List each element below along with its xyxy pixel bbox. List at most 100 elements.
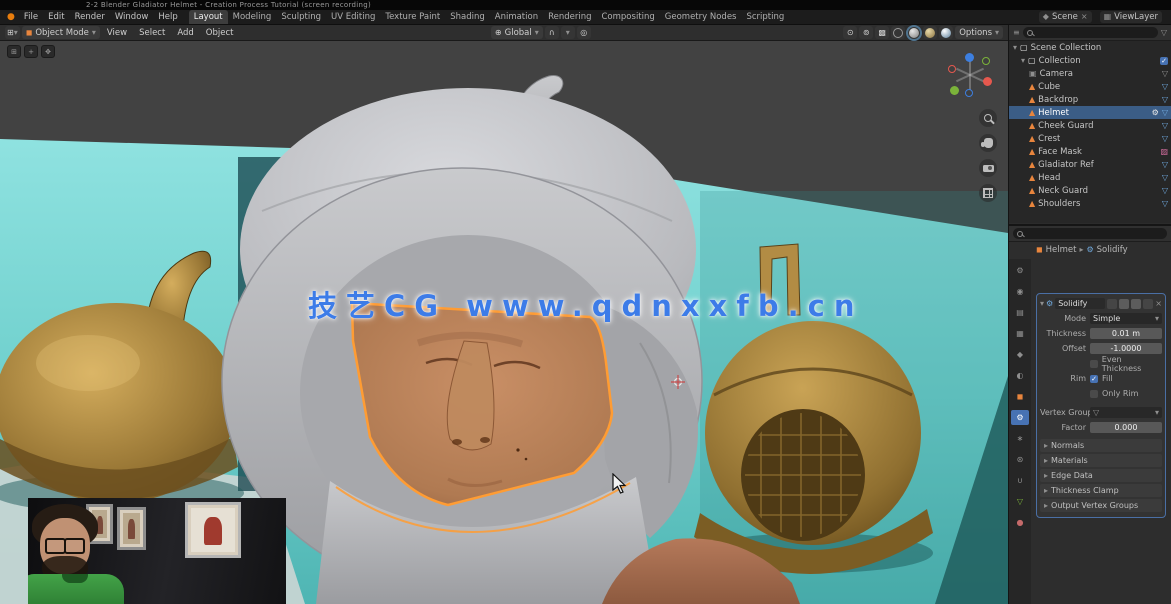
mode-dropdown[interactable]: Simple ▾ — [1090, 313, 1162, 324]
only-rim-checkbox[interactable] — [1090, 390, 1098, 398]
properties-tab-data[interactable]: ▽ — [1011, 494, 1029, 509]
properties-tab-physics[interactable]: ⊛ — [1011, 452, 1029, 467]
outliner-row-camera[interactable]: ▣ Camera ▽ — [1009, 67, 1171, 80]
outliner-row-shoulders[interactable]: ▲ Shoulders ▽ — [1009, 197, 1171, 210]
rim-fill-checkbox[interactable]: ✓ — [1090, 375, 1098, 383]
shading-wireframe-button[interactable] — [891, 26, 905, 39]
ortho-toggle-button[interactable] — [979, 184, 997, 202]
properties-tab-constraints[interactable]: ∪ — [1011, 473, 1029, 488]
cursor-tool[interactable]: + — [24, 45, 38, 58]
navigation-gizmo[interactable] — [948, 53, 992, 97]
outliner-row-head[interactable]: ▲ Head ▽ — [1009, 171, 1171, 184]
even-thickness-checkbox[interactable] — [1090, 360, 1098, 368]
vertex-group-field[interactable]: ▽ ▾ — [1090, 407, 1162, 418]
section-output-vertex-groups[interactable]: ▸ Output Vertex Groups — [1040, 499, 1162, 512]
blender-logo-icon[interactable]: ● — [7, 12, 15, 22]
gizmo-y-neg-axis[interactable] — [982, 57, 990, 65]
menu-help[interactable]: Help — [153, 10, 182, 24]
properties-tab-world[interactable]: ◐ — [1011, 368, 1029, 383]
show-gizmo-toggle[interactable]: ⊙ — [843, 26, 857, 39]
workspace-tab-shading[interactable]: Shading — [445, 10, 490, 24]
workspace-tab-uv-editing[interactable]: UV Editing — [326, 10, 380, 24]
workspace-tab-geometry-nodes[interactable]: Geometry Nodes — [660, 10, 742, 24]
breadcrumb-object[interactable]: Helmet — [1046, 245, 1077, 255]
shading-material-button[interactable] — [923, 26, 937, 39]
properties-tab-scene[interactable]: ◆ — [1011, 347, 1029, 362]
breadcrumb-modifier[interactable]: Solidify — [1097, 245, 1128, 255]
xray-toggle[interactable]: ▩ — [875, 26, 889, 39]
gizmo-x-neg-axis[interactable] — [948, 65, 956, 73]
on-cage-toggle[interactable] — [1107, 299, 1117, 309]
unlink-scene-icon[interactable]: × — [1081, 13, 1088, 21]
section-thickness-clamp[interactable]: ▸ Thickness Clamp — [1040, 484, 1162, 497]
outliner-row-cheek-guard[interactable]: ▲ Cheek Guard ▽ — [1009, 119, 1171, 132]
proportional-editing-toggle[interactable]: ◎ — [577, 26, 591, 39]
properties-tab-output[interactable]: ▤ — [1011, 305, 1029, 320]
render-toggle[interactable] — [1143, 299, 1153, 309]
gizmo-x-axis[interactable] — [983, 77, 992, 86]
gizmo-z-neg-axis[interactable] — [965, 89, 973, 97]
view-layer-selector[interactable]: ▦ ViewLayer — [1100, 11, 1162, 23]
editor-type-button[interactable]: ⊞ ▾ — [5, 26, 20, 39]
workspace-tab-layout[interactable]: Layout — [189, 10, 228, 24]
zoom-button[interactable] — [979, 109, 997, 127]
properties-tab-particles[interactable]: ∗ — [1011, 431, 1029, 446]
section-edge-data[interactable]: ▸ Edge Data — [1040, 469, 1162, 482]
edit-mode-toggle[interactable] — [1119, 299, 1129, 309]
properties-search-input[interactable] — [1026, 229, 1163, 238]
shading-options-dropdown[interactable]: Options ▾ — [955, 26, 1003, 39]
expand-icon[interactable]: ▾ — [1021, 57, 1025, 65]
workspace-tab-texture-paint[interactable]: Texture Paint — [380, 10, 445, 24]
move-tool[interactable]: ✥ — [41, 45, 55, 58]
gizmo-z-axis[interactable] — [965, 53, 974, 62]
realtime-toggle[interactable] — [1131, 299, 1141, 309]
properties-tab-tool[interactable]: ⚙ — [1011, 263, 1029, 278]
viewport-3d[interactable]: ⊞ + ✥ 技艺CG www.qdnxxfb.cn — [0, 41, 1008, 604]
helmet-model[interactable] — [222, 75, 702, 604]
snap-toggle[interactable]: ∩ — [545, 26, 559, 39]
offset-field[interactable]: -1.0000 — [1090, 343, 1162, 354]
properties-tab-object[interactable]: ◼ — [1011, 389, 1029, 404]
properties-tab-render[interactable]: ◉ — [1011, 284, 1029, 299]
expand-icon[interactable]: ▾ — [1013, 44, 1017, 52]
outliner-row-collection[interactable]: ▾ ▢ Collection ✓ — [1009, 54, 1171, 67]
outliner-search-input[interactable] — [1036, 28, 1154, 37]
collection-checkbox[interactable]: ✓ — [1160, 57, 1168, 65]
transform-orientation-dropdown[interactable]: ⊕ Global ▾ — [491, 26, 543, 39]
shading-solid-button[interactable] — [907, 26, 921, 39]
camera-view-button[interactable] — [979, 159, 997, 177]
outliner-row-scene-collection[interactable]: ▾ ▢ Scene Collection — [1009, 41, 1171, 54]
section-normals[interactable]: ▸ Normals — [1040, 439, 1162, 452]
select-box-tool[interactable]: ⊞ — [7, 45, 21, 58]
scene-selector[interactable]: ◆ Scene × — [1039, 11, 1092, 23]
shading-rendered-button[interactable] — [939, 26, 953, 39]
menu-file[interactable]: File — [19, 10, 43, 24]
factor-field[interactable]: 0.000 — [1090, 422, 1162, 433]
workspace-tab-scripting[interactable]: Scripting — [741, 10, 789, 24]
close-icon[interactable]: × — [1155, 300, 1162, 308]
thickness-field[interactable]: 0.01 m — [1090, 328, 1162, 339]
section-materials[interactable]: ▸ Materials — [1040, 454, 1162, 467]
workspace-tab-animation[interactable]: Animation — [490, 10, 543, 24]
outliner-row-cube[interactable]: ▲ Cube ▽ — [1009, 80, 1171, 93]
modifier-name-field[interactable]: Solidify — [1055, 298, 1105, 309]
menu-object[interactable]: Object — [201, 26, 239, 40]
menu-edit[interactable]: Edit — [43, 10, 69, 24]
menu-view[interactable]: View — [102, 26, 132, 40]
menu-select[interactable]: Select — [134, 26, 170, 40]
show-overlays-toggle[interactable]: ⊚ — [859, 26, 873, 39]
outliner-row-gladiator-ref[interactable]: ▲ Gladiator Ref ▽ — [1009, 158, 1171, 171]
outliner-row-neck-guard[interactable]: ▲ Neck Guard ▽ — [1009, 184, 1171, 197]
menu-add[interactable]: Add — [172, 26, 198, 40]
outliner-row-crest[interactable]: ▲ Crest ▽ — [1009, 132, 1171, 145]
workspace-tab-sculpting[interactable]: Sculpting — [276, 10, 326, 24]
outliner-row-face-mask[interactable]: ▲ Face Mask ▨ — [1009, 145, 1171, 158]
properties-tab-modifiers[interactable]: ⚙ — [1011, 410, 1029, 425]
properties-tab-view-layer[interactable]: ▦ — [1011, 326, 1029, 341]
properties-tab-material[interactable]: ● — [1011, 515, 1029, 530]
menu-render[interactable]: Render — [70, 10, 110, 24]
workspace-tab-modeling[interactable]: Modeling — [228, 10, 277, 24]
outliner-row-helmet[interactable]: ▲ Helmet ⚙ ▽ — [1009, 106, 1171, 119]
menu-window[interactable]: Window — [110, 10, 154, 24]
properties-search[interactable] — [1013, 228, 1167, 239]
